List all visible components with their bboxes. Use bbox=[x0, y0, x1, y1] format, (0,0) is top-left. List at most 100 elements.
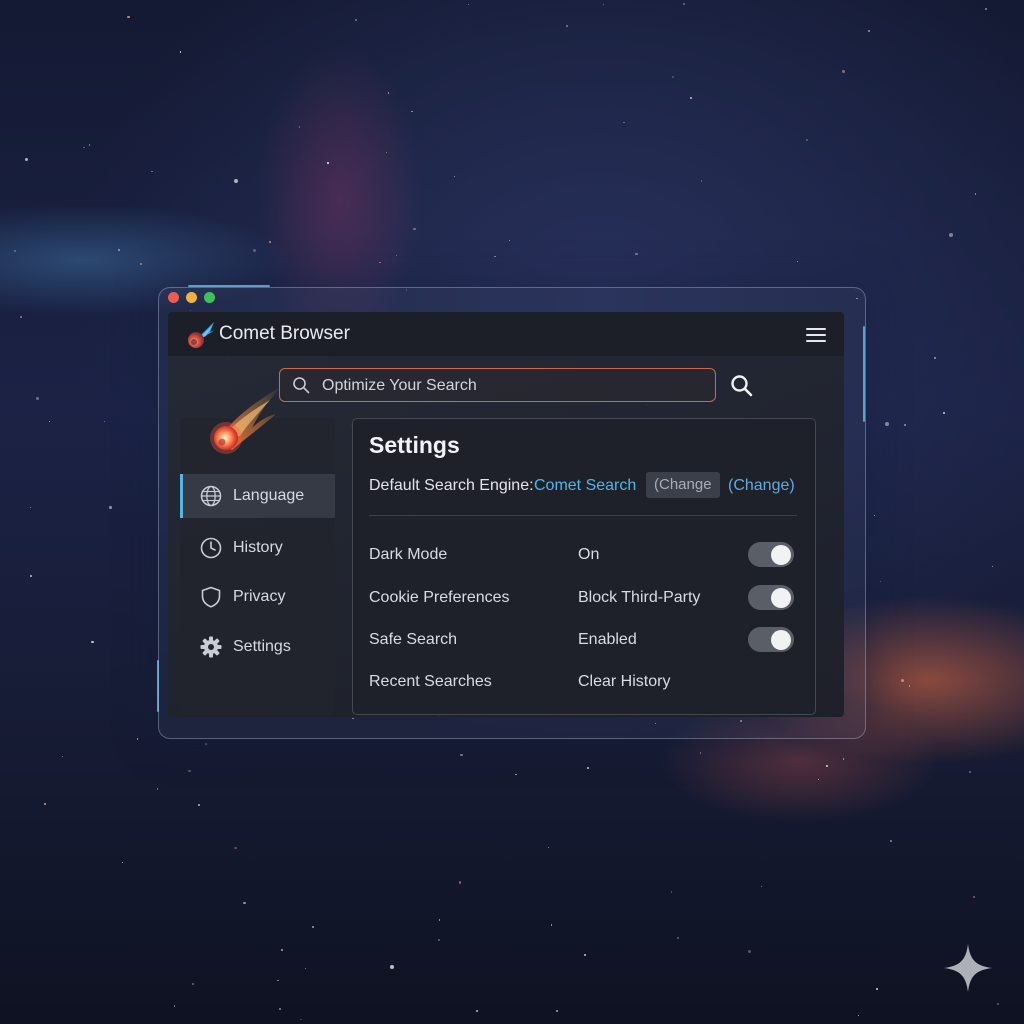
sidebar-item-label: Language bbox=[233, 487, 305, 504]
star bbox=[903, 423, 907, 427]
star bbox=[547, 847, 549, 849]
clear-history-link[interactable]: Clear History bbox=[578, 673, 670, 691]
app-title: Comet Browser bbox=[219, 323, 350, 344]
dark-mode-label: Dark Mode bbox=[369, 546, 448, 563]
star bbox=[672, 75, 675, 79]
star bbox=[879, 580, 882, 583]
gear-icon bbox=[200, 636, 222, 658]
star bbox=[467, 3, 470, 6]
star bbox=[233, 178, 238, 184]
star bbox=[395, 254, 398, 257]
window-controls bbox=[168, 292, 215, 303]
star bbox=[179, 51, 182, 53]
safe-search-toggle[interactable] bbox=[748, 627, 794, 652]
star bbox=[277, 979, 279, 982]
search-input[interactable] bbox=[320, 369, 704, 402]
star bbox=[192, 982, 195, 985]
star bbox=[996, 1003, 999, 1006]
star bbox=[126, 15, 130, 19]
star bbox=[476, 1010, 478, 1012]
frame-glow-top bbox=[188, 285, 270, 287]
star bbox=[508, 239, 510, 241]
close-window-button[interactable] bbox=[168, 292, 179, 303]
star bbox=[151, 170, 153, 172]
search-bar[interactable] bbox=[279, 368, 716, 402]
star bbox=[413, 227, 416, 231]
settings-divider bbox=[369, 515, 797, 516]
star bbox=[140, 263, 143, 266]
star bbox=[24, 157, 28, 161]
star bbox=[943, 411, 946, 414]
star bbox=[411, 111, 413, 113]
star bbox=[992, 566, 994, 568]
sidebar-item-label: History bbox=[233, 539, 283, 556]
star bbox=[327, 162, 329, 164]
star bbox=[298, 126, 301, 128]
globe-icon bbox=[200, 485, 222, 507]
star bbox=[453, 175, 456, 178]
sidebar-item-settings[interactable]: Settings bbox=[180, 625, 335, 669]
star bbox=[908, 685, 911, 688]
star bbox=[44, 803, 46, 806]
star bbox=[387, 92, 390, 94]
star bbox=[173, 1005, 176, 1007]
star bbox=[635, 253, 638, 256]
cookie-preferences-toggle[interactable] bbox=[748, 585, 794, 610]
star bbox=[252, 248, 257, 252]
star bbox=[494, 255, 496, 257]
star bbox=[690, 97, 693, 100]
toggle-knob bbox=[771, 544, 791, 565]
star bbox=[699, 751, 702, 754]
dark-mode-value: On bbox=[578, 546, 600, 563]
sidebar-item-privacy[interactable]: Privacy bbox=[180, 575, 335, 619]
star bbox=[385, 151, 388, 154]
star bbox=[198, 804, 200, 807]
star bbox=[109, 506, 112, 509]
maximize-window-button[interactable] bbox=[204, 292, 215, 303]
cookie-preferences-value: Block Third-Party bbox=[578, 589, 701, 606]
settings-panel bbox=[352, 418, 816, 715]
star bbox=[61, 756, 63, 758]
star bbox=[205, 742, 208, 745]
star bbox=[670, 891, 673, 894]
star bbox=[311, 925, 314, 928]
dark-mode-toggle[interactable] bbox=[748, 542, 794, 567]
default-engine-value-link[interactable]: Comet Search bbox=[534, 477, 636, 495]
star bbox=[884, 422, 889, 427]
star bbox=[269, 241, 271, 244]
star bbox=[29, 575, 32, 577]
search-button-icon[interactable] bbox=[729, 373, 755, 399]
star bbox=[842, 69, 846, 73]
star bbox=[136, 738, 138, 740]
frame-glow-left bbox=[157, 660, 159, 712]
star bbox=[460, 753, 463, 756]
star bbox=[974, 192, 977, 195]
star bbox=[515, 773, 517, 776]
fireball-comet-icon bbox=[210, 386, 282, 454]
default-engine-label: Default Search Engine: bbox=[369, 477, 534, 494]
star bbox=[103, 420, 106, 423]
star bbox=[900, 679, 904, 683]
toggle-knob bbox=[771, 629, 791, 650]
star bbox=[623, 121, 626, 124]
star bbox=[806, 139, 808, 141]
recent-searches-label: Recent Searches bbox=[369, 673, 492, 690]
safe-search-label: Safe Search bbox=[369, 631, 458, 648]
star bbox=[19, 315, 22, 319]
change-engine-button[interactable]: (Change bbox=[646, 472, 720, 498]
star bbox=[842, 758, 845, 760]
star bbox=[586, 766, 589, 769]
star bbox=[83, 146, 85, 149]
star bbox=[555, 1009, 559, 1013]
minimize-window-button[interactable] bbox=[186, 292, 197, 303]
sidebar-item-history[interactable]: History bbox=[180, 526, 335, 570]
star bbox=[550, 924, 553, 926]
cookie-preferences-label: Cookie Preferences bbox=[369, 589, 510, 606]
hamburger-menu-icon[interactable] bbox=[804, 324, 828, 344]
change-engine-link[interactable]: (Change) bbox=[728, 477, 795, 495]
sidebar-item-label: Privacy bbox=[233, 588, 286, 605]
star bbox=[379, 261, 381, 264]
toggle-knob bbox=[771, 587, 791, 608]
star bbox=[156, 788, 159, 790]
sidebar-item-language[interactable]: Language bbox=[180, 474, 335, 518]
